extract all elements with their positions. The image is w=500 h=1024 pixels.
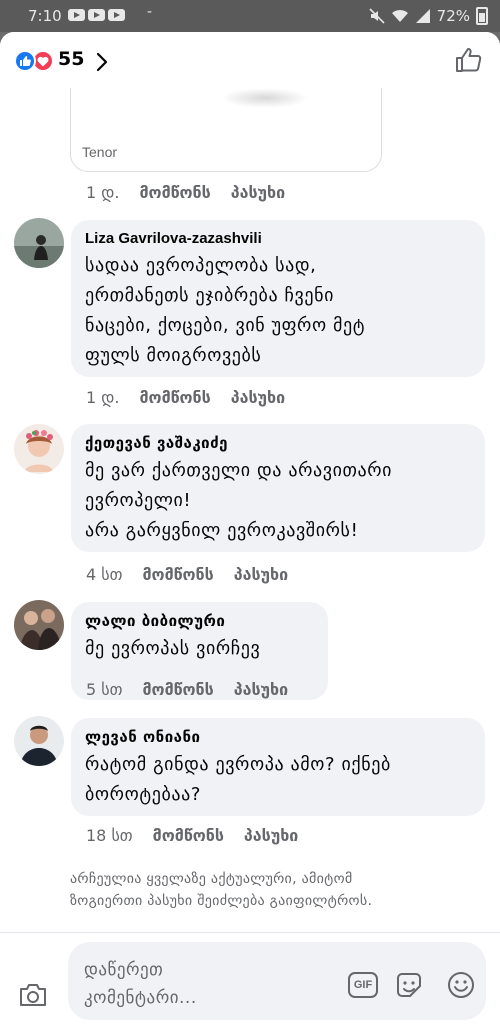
- reply-comment-button[interactable]: პასუხი: [234, 565, 288, 584]
- youtube-notification-icon: [68, 9, 85, 21]
- like-button-icon[interactable]: [454, 46, 482, 74]
- comment-composer: დაწერეთ კომენტარი... GIF: [0, 936, 500, 1024]
- comment-text: რატომ გინდა ევროპა ამო? იქნებ ბოროტებაა?: [85, 754, 391, 805]
- reply-comment-button[interactable]: პასუხი: [244, 826, 298, 845]
- comment-author[interactable]: ლევან ონიანი: [85, 728, 471, 746]
- comment-bubble[interactable]: Liza Gavrilova-zazashvili სადაა ევროპელო…: [71, 220, 485, 377]
- reply-comment-button[interactable]: პასუხი: [231, 388, 285, 407]
- comments-sheet: Tenor 55 1 დ. მომწონს პასუხი Liza Gavril…: [0, 32, 500, 1024]
- reaction-count[interactable]: 55: [58, 48, 84, 70]
- comment-text: სადაა ევროპელობა სად, ერთმანეთს ეჯიბრება…: [85, 255, 366, 366]
- status-bar: 7:10 - 72%: [0, 0, 500, 32]
- status-time: 7:10: [28, 7, 62, 25]
- wifi-icon: [391, 9, 408, 22]
- filter-note: არჩეულია ყველაზე აქტუალური, ამიტომ ზოგიე…: [70, 871, 373, 909]
- comment-time[interactable]: 18 სთ: [86, 826, 133, 845]
- comment-author[interactable]: ლალი ბიბილური: [85, 612, 314, 630]
- like-comment-button[interactable]: მომწონს: [139, 183, 210, 202]
- comment-text: მე ევროპას ვირჩევ: [85, 638, 261, 659]
- avatar[interactable]: [14, 600, 64, 650]
- comment-bubble[interactable]: ქეთევან ვაშაკიძე მე ვარ ქართველი და არავ…: [71, 424, 485, 552]
- status-separator: -: [147, 4, 153, 20]
- reactions-header: 55: [0, 32, 500, 88]
- like-comment-button[interactable]: მომწონს: [153, 826, 224, 845]
- comment-actions: 4 სთ მომწონს პასუხი: [86, 565, 288, 584]
- comment-author[interactable]: Liza Gavrilova-zazashvili: [85, 230, 471, 247]
- comment-bubble[interactable]: ლევან ონიანი რატომ გინდა ევროპა ამო? იქნ…: [71, 718, 485, 816]
- divider: [0, 932, 500, 933]
- sticker-icon[interactable]: [394, 970, 424, 1000]
- comment-text: მე ვარ ქართველი და არავითარი ევროპელი! ა…: [85, 460, 393, 541]
- like-comment-button[interactable]: მომწონს: [139, 388, 210, 407]
- avatar[interactable]: [14, 218, 64, 268]
- comment-time[interactable]: 1 დ.: [86, 183, 119, 202]
- like-comment-button[interactable]: მომწონს: [142, 565, 213, 584]
- chevron-right-icon[interactable]: [96, 52, 108, 72]
- gif-button[interactable]: GIF: [348, 972, 378, 998]
- comment-time[interactable]: 1 დ.: [86, 388, 119, 407]
- comment-input-placeholder: დაწერეთ კომენტარი...: [84, 960, 197, 1008]
- reply-comment-button[interactable]: პასუხი: [231, 183, 285, 202]
- gif-image: [221, 88, 309, 108]
- mute-icon: [369, 8, 385, 24]
- like-comment-button[interactable]: მომწონს: [142, 680, 213, 699]
- battery-icon: [476, 7, 488, 25]
- avatar[interactable]: [14, 424, 64, 474]
- emoji-icon[interactable]: [446, 970, 476, 1000]
- comment-actions: 5 სთ მომწონს პასუხი: [86, 680, 288, 699]
- comment-actions: 1 დ. მომწონს პასუხი: [86, 183, 285, 202]
- reply-comment-button[interactable]: პასუხი: [234, 680, 288, 699]
- avatar[interactable]: [14, 716, 64, 766]
- youtube-notification-icon: [88, 9, 105, 21]
- comment-actions: 18 სთ მომწონს პასუხი: [86, 826, 298, 845]
- youtube-notification-icon: [108, 9, 125, 21]
- comment-time[interactable]: 4 სთ: [86, 565, 122, 584]
- comment-author[interactable]: ქეთევან ვაშაკიძე: [85, 434, 471, 452]
- battery-percent: 72%: [436, 7, 470, 25]
- comment-actions: 1 დ. მომწონს პასუხი: [86, 388, 285, 407]
- comment-time[interactable]: 5 სთ: [86, 680, 122, 699]
- signal-icon: [415, 9, 430, 23]
- camera-icon[interactable]: [18, 982, 48, 1008]
- like-reaction-icon: [14, 50, 36, 72]
- gif-source-label: Tenor: [82, 144, 118, 160]
